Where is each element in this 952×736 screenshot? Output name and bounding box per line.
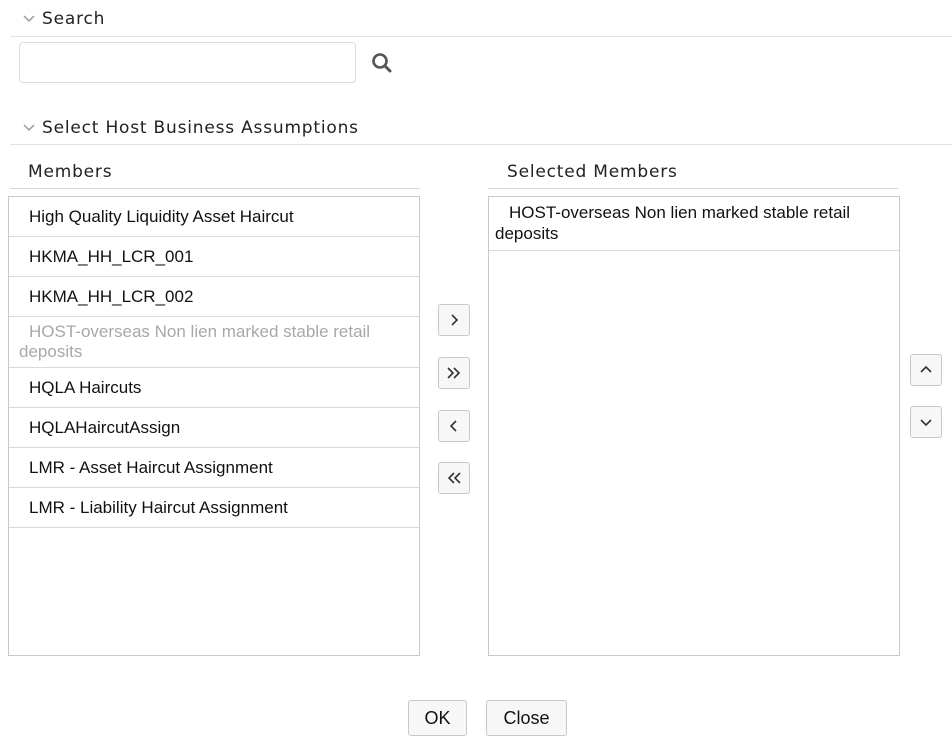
- divider: [10, 188, 420, 189]
- collapse-chevron-icon: [23, 124, 35, 132]
- list-item-disabled: HOST-overseas Non lien marked stable ret…: [9, 317, 419, 368]
- search-icon[interactable]: [371, 52, 393, 74]
- divider: [10, 36, 952, 37]
- double-chevron-left-icon: [447, 472, 461, 484]
- double-chevron-right-icon: [447, 367, 461, 379]
- move-up-button[interactable]: [910, 354, 942, 386]
- members-title: Members: [28, 162, 113, 182]
- chevron-left-icon: [449, 420, 457, 432]
- move-left-button[interactable]: [438, 410, 470, 442]
- list-item[interactable]: HQLAHaircutAssign: [9, 408, 419, 448]
- search-section-header[interactable]: Search: [22, 9, 105, 29]
- chevron-right-icon: [451, 314, 459, 326]
- list-item[interactable]: High Quality Liquidity Asset Haircut: [9, 197, 419, 237]
- divider: [488, 188, 898, 189]
- divider: [10, 144, 952, 145]
- move-down-button[interactable]: [910, 406, 942, 438]
- search-section-title: Search: [42, 9, 106, 29]
- list-item[interactable]: LMR - Liability Haircut Assignment: [9, 488, 419, 528]
- selected-members-list[interactable]: HOST-overseas Non lien marked stable ret…: [488, 196, 900, 656]
- assumptions-section-title: Select Host Business Assumptions: [42, 118, 359, 138]
- close-button[interactable]: Close: [486, 700, 567, 736]
- selected-members-title: Selected Members: [507, 162, 678, 182]
- list-item[interactable]: HQLA Haircuts: [9, 368, 419, 408]
- search-input[interactable]: [19, 42, 356, 83]
- chevron-down-icon: [920, 419, 932, 427]
- list-item[interactable]: HOST-overseas Non lien marked stable ret…: [489, 197, 899, 251]
- collapse-chevron-icon: [23, 15, 35, 23]
- members-list[interactable]: High Quality Liquidity Asset Haircut HKM…: [8, 196, 420, 656]
- list-item[interactable]: HKMA_HH_LCR_002: [9, 277, 419, 317]
- chevron-up-icon: [920, 365, 932, 373]
- list-item[interactable]: LMR - Asset Haircut Assignment: [9, 448, 419, 488]
- move-all-right-button[interactable]: [438, 357, 470, 389]
- move-all-left-button[interactable]: [438, 462, 470, 494]
- move-right-button[interactable]: [438, 304, 470, 336]
- list-item[interactable]: HKMA_HH_LCR_001: [9, 237, 419, 277]
- ok-button[interactable]: OK: [408, 700, 467, 736]
- assumptions-section-header[interactable]: Select Host Business Assumptions: [22, 118, 359, 138]
